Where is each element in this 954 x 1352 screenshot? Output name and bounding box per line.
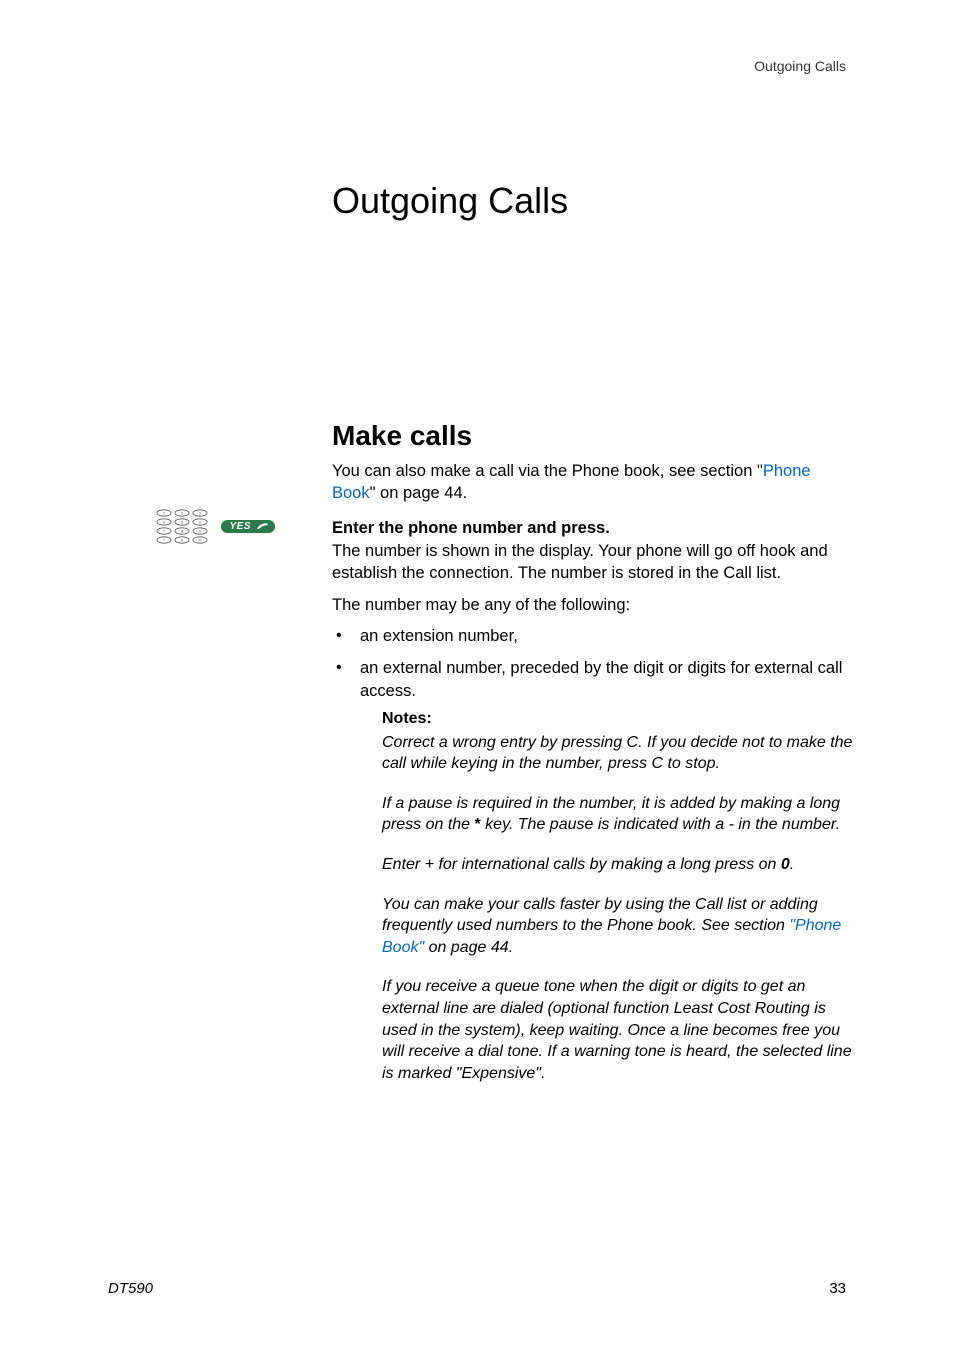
notes-heading: Notes: bbox=[382, 708, 860, 730]
svg-text:8: 8 bbox=[181, 529, 184, 534]
intro-paragraph: You can also make a call via the Phone b… bbox=[332, 460, 857, 505]
bullet-list: an extension number, an external number,… bbox=[332, 625, 857, 712]
footer-model: DT590 bbox=[108, 1280, 153, 1297]
footer-page-number: 33 bbox=[829, 1280, 846, 1297]
page-title: Outgoing Calls bbox=[332, 180, 568, 222]
instruction-body: The number is shown in the display. Your… bbox=[332, 540, 860, 585]
instruction-block: Enter the phone number and press. The nu… bbox=[332, 519, 860, 585]
notes-p2: If a pause is required in the number, it… bbox=[382, 793, 860, 836]
instruction-icons: 1 2 3 4 5 6 7 8 9 * 0 # YES bbox=[155, 508, 315, 548]
svg-text:1: 1 bbox=[163, 511, 166, 516]
list-item: an extension number, bbox=[332, 625, 857, 647]
svg-text:4: 4 bbox=[163, 520, 166, 525]
notes-p4: You can make your calls faster by using … bbox=[382, 894, 860, 959]
yes-label: YES bbox=[229, 521, 251, 532]
section-title: Make calls bbox=[332, 420, 472, 452]
notes-block: Notes: Correct a wrong entry by pressing… bbox=[382, 708, 860, 1102]
svg-text:3: 3 bbox=[199, 511, 202, 516]
handset-icon bbox=[255, 521, 269, 531]
notes-p5: If you receive a queue tone when the dig… bbox=[382, 976, 860, 1084]
svg-text:6: 6 bbox=[199, 520, 202, 525]
svg-text:7: 7 bbox=[163, 529, 166, 534]
notes-p1: Correct a wrong entry by pressing C. If … bbox=[382, 732, 860, 775]
svg-text:*: * bbox=[163, 538, 165, 543]
instruction-heading: Enter the phone number and press. bbox=[332, 519, 860, 538]
svg-text:5: 5 bbox=[181, 520, 184, 525]
svg-text:0: 0 bbox=[181, 538, 184, 543]
svg-text:#: # bbox=[199, 538, 202, 543]
keypad-icon: 1 2 3 4 5 6 7 8 9 * 0 # bbox=[155, 508, 209, 544]
intro-pre: You can also make a call via the Phone b… bbox=[332, 462, 763, 480]
zero-key: 0 bbox=[781, 856, 790, 873]
intro-post: " on page 44. bbox=[370, 484, 468, 502]
yes-button-icon: YES bbox=[221, 520, 275, 533]
svg-text:9: 9 bbox=[199, 529, 202, 534]
running-header: Outgoing Calls bbox=[754, 58, 846, 74]
list-item: an external number, preceded by the digi… bbox=[332, 657, 857, 702]
svg-text:2: 2 bbox=[181, 511, 184, 516]
notes-p3: Enter + for international calls by makin… bbox=[382, 854, 860, 876]
follow-paragraph: The number may be any of the following: bbox=[332, 596, 857, 615]
